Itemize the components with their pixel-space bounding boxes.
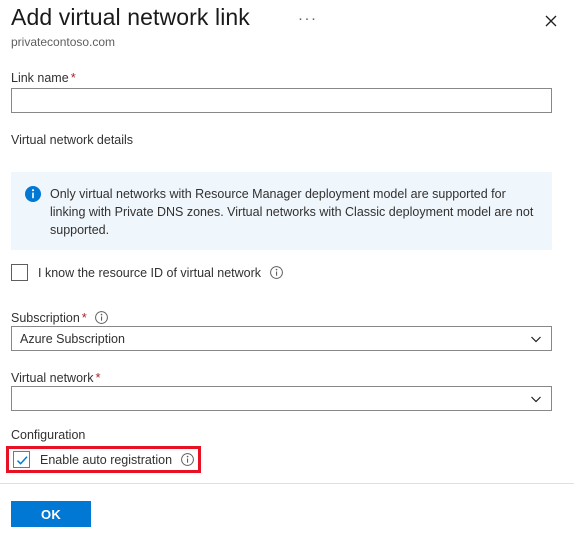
ok-button[interactable]: OK [11,501,91,527]
info-icon[interactable] [95,311,109,324]
auto-registration-checkbox-row[interactable]: Enable auto registration [13,451,194,468]
more-menu-icon[interactable]: ··· [298,11,318,32]
subscription-label-text: Subscription [11,311,80,325]
virtual-network-label-text: Virtual network [11,371,94,385]
info-icon [25,186,41,202]
page-title: Add virtual network link [11,4,250,30]
section-virtual-network-details: Virtual network details [11,133,134,147]
close-icon[interactable] [538,8,564,34]
section-configuration: Configuration [11,428,86,442]
resource-id-checkbox-label: I know the resource ID of virtual networ… [38,266,283,280]
chevron-down-icon [529,392,543,406]
add-virtual-network-link-blade: Add virtual network link ··· privatecont… [0,0,574,536]
auto-registration-checkbox[interactable] [13,451,30,468]
resource-id-checkbox-label-text: I know the resource ID of virtual networ… [38,265,262,280]
virtual-network-dropdown[interactable] [11,386,552,411]
info-icon[interactable] [180,452,194,466]
required-marker: * [95,370,101,385]
chevron-down-icon [529,332,543,346]
info-icon[interactable] [269,265,283,279]
required-marker: * [70,70,76,85]
resource-id-checkbox[interactable] [11,264,28,281]
subscription-selected-value: Azure Subscription [20,331,125,346]
required-marker: * [81,310,87,325]
link-name-input[interactable] [11,88,552,113]
auto-registration-checkbox-label: Enable auto registration [40,453,194,467]
link-name-label-text: Link name [11,71,69,85]
resource-id-checkbox-row[interactable]: I know the resource ID of virtual networ… [11,264,283,281]
virtual-network-label: Virtual network * [11,370,101,385]
subscription-label: Subscription * [11,310,109,325]
subscription-dropdown[interactable]: Azure Subscription [11,326,552,351]
footer-divider [0,483,574,484]
info-banner-text: Only virtual networks with Resource Mana… [50,187,534,237]
breadcrumb: privatecontoso.com [11,35,116,49]
auto-registration-checkbox-label-text: Enable auto registration [40,452,173,467]
info-banner: Only virtual networks with Resource Mana… [11,172,552,250]
link-name-label: Link name * [11,70,76,85]
